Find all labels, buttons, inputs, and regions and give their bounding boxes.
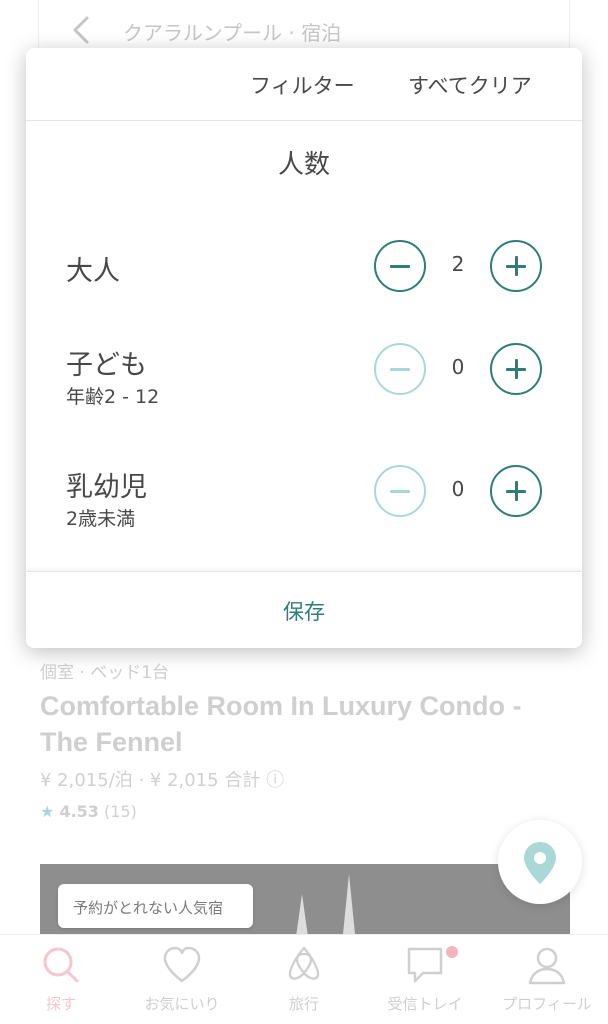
map-pin-icon	[524, 842, 556, 884]
nav-profile-label: プロフィール	[502, 995, 592, 1013]
nav-trips-label: 旅行	[288, 995, 319, 1013]
listing-title-line2: The Fennel	[40, 727, 183, 757]
children-count: 0	[451, 355, 465, 379]
listing-title[interactable]: Comfortable Room In Luxury Condo - The F…	[40, 688, 570, 760]
modal-header: フィルター すべてクリア	[26, 48, 582, 121]
infants-age-note: 2歳未満	[66, 508, 136, 530]
infants-plus-button[interactable]	[490, 465, 542, 517]
adults-minus-button[interactable]	[374, 240, 426, 292]
search-title[interactable]: クアラルンプール · 宿泊	[123, 17, 341, 46]
map-button[interactable]	[498, 820, 582, 904]
listing-room-type: 個室 · ベッド1台	[40, 663, 170, 683]
children-plus-button[interactable]	[490, 343, 542, 395]
chat-icon	[407, 947, 443, 983]
children-label: 子ども	[66, 350, 147, 381]
infants-minus-button[interactable]	[374, 465, 426, 517]
infants-label: 乳幼児	[66, 472, 147, 503]
infants-row: 乳幼児 2歳未満 0	[26, 465, 582, 545]
heart-icon	[163, 946, 201, 983]
children-age-note: 年齢2 - 12	[66, 386, 160, 408]
nav-trips[interactable]: 旅行	[249, 943, 359, 1023]
nav-explore[interactable]: 探す	[6, 943, 116, 1023]
guests-section-title: 人数	[277, 150, 330, 180]
children-row: 子ども 年齢2 - 12 0	[26, 343, 582, 423]
clear-all-button[interactable]: すべてクリア	[408, 70, 532, 100]
children-stepper: 0	[374, 343, 544, 395]
listing-price: ¥ 2,015/泊 · ¥ 2,015 合計 ⓘ	[40, 770, 285, 791]
adults-label: 大人	[66, 256, 120, 287]
inbox-notification-dot	[446, 946, 458, 958]
nav-favorites-label: お気にいり	[144, 995, 220, 1013]
infants-count: 0	[451, 477, 465, 501]
listing-rating: ★ 4.53 (15)	[40, 802, 137, 821]
filter-label: フィルター	[250, 74, 355, 98]
modal-footer: 保存	[26, 571, 582, 648]
guests-filter-modal: フィルター すべてクリア 人数 大人 2 子ども 年齢2 - 12 0 乳幼児 …	[26, 48, 582, 648]
nav-profile[interactable]: プロフィール	[492, 943, 602, 1023]
nav-inbox-label: 受信トレイ	[387, 995, 463, 1013]
profile-icon	[528, 947, 566, 985]
save-button[interactable]: 保存	[26, 596, 582, 626]
star-icon: ★	[40, 802, 55, 821]
rating-count: (15)	[104, 802, 137, 821]
nav-favorites[interactable]: お気にいり	[127, 943, 237, 1023]
adults-stepper: 2	[374, 240, 544, 292]
rating-score: 4.53	[59, 802, 99, 821]
adults-plus-button[interactable]	[490, 240, 542, 292]
infants-stepper: 0	[374, 465, 544, 517]
popular-badge: 予約がとれない人気宿	[58, 884, 253, 928]
search-icon	[43, 947, 79, 983]
adults-row: 大人 2	[26, 240, 582, 320]
airbnb-logo-icon	[288, 946, 320, 980]
children-minus-button[interactable]	[374, 343, 426, 395]
back-arrow-icon[interactable]	[69, 10, 91, 50]
bottom-nav: 探す お気にいり 旅行 受信トレイ プロフィール	[0, 934, 608, 1024]
nav-inbox[interactable]: 受信トレイ	[370, 943, 480, 1023]
nav-explore-label: 探す	[45, 995, 76, 1013]
listing-title-line1: Comfortable Room In Luxury Condo -	[40, 691, 522, 721]
adults-count: 2	[451, 252, 465, 276]
